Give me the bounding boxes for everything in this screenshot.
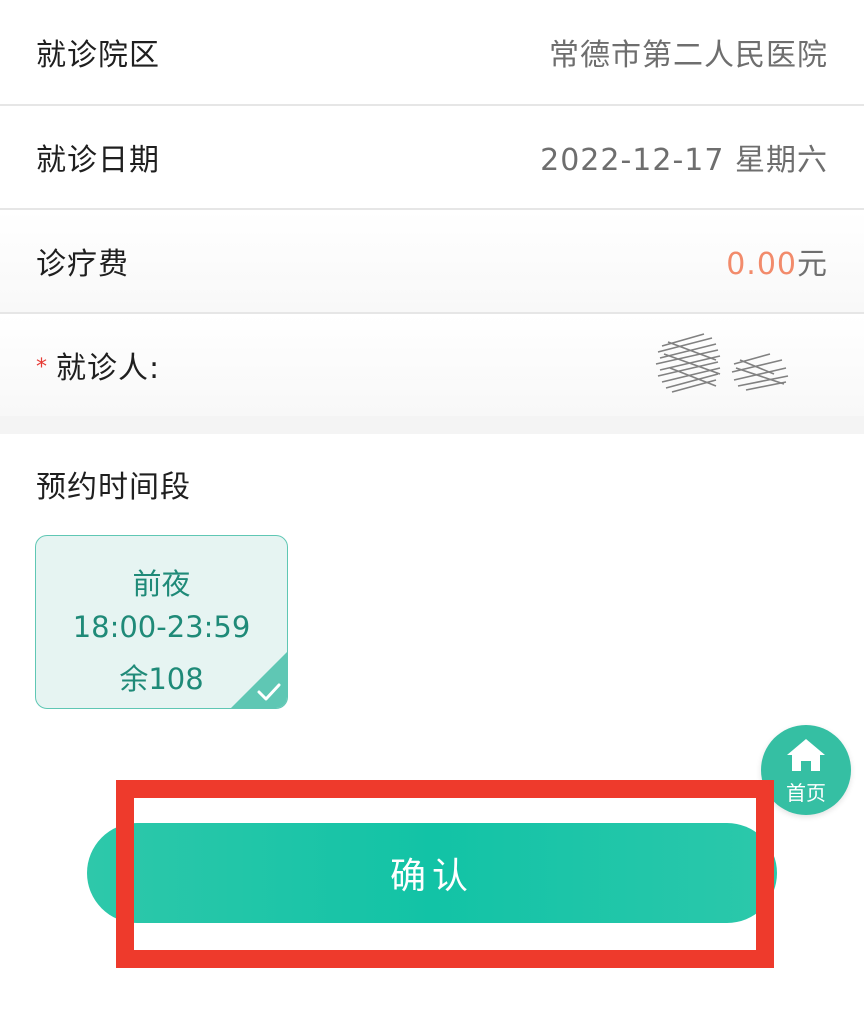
home-icon xyxy=(787,739,825,771)
date-value: 2022-12-17 星期六 xyxy=(540,143,828,178)
fee-amount: 0.00 xyxy=(726,247,797,282)
patient-label-group: * 就诊人: xyxy=(36,343,160,387)
appointment-info-list: 就诊院区 常德市第二人民医院 就诊日期 2022-12-17 星期六 诊疗费 0… xyxy=(0,0,864,416)
appointment-confirm-page: 就诊院区 常德市第二人民医院 就诊日期 2022-12-17 星期六 诊疗费 0… xyxy=(0,0,864,1016)
date-row: 就诊日期 2022-12-17 星期六 xyxy=(0,104,864,208)
redacted-patient-name[interactable] xyxy=(646,324,816,406)
campus-label: 就诊院区 xyxy=(36,38,160,73)
fee-value: 0.00元 xyxy=(726,239,828,283)
home-label: 首页 xyxy=(786,781,826,805)
selected-check-icon xyxy=(231,652,287,708)
slot-section-title: 预约时间段 xyxy=(36,470,191,505)
fee-unit: 元 xyxy=(797,247,828,282)
patient-label: 就诊人: xyxy=(56,351,161,386)
fee-row: 诊疗费 0.00元 xyxy=(0,208,864,312)
fee-label: 诊疗费 xyxy=(36,247,129,282)
slot-period: 前夜 xyxy=(132,567,191,601)
date-label: 就诊日期 xyxy=(36,143,160,178)
required-mark: * xyxy=(36,355,48,380)
time-slot-card[interactable]: 前夜 18:00-23:59 余108 xyxy=(35,535,288,709)
slot-time: 18:00-23:59 xyxy=(72,610,251,644)
patient-row[interactable]: * 就诊人: xyxy=(0,312,864,416)
section-divider xyxy=(0,416,864,434)
campus-value: 常德市第二人民医院 xyxy=(549,38,828,73)
confirm-button[interactable]: 确认 xyxy=(87,823,777,923)
campus-row: 就诊院区 常德市第二人民医院 xyxy=(0,0,864,104)
home-button[interactable]: 首页 xyxy=(761,725,851,815)
